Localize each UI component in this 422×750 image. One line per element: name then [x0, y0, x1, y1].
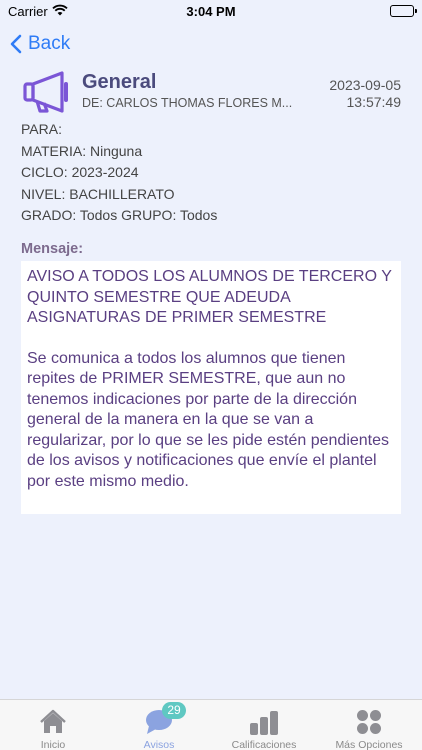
meta-grado: GRADO: Todos GRUPO: Todos — [21, 207, 218, 223]
tab-label: Inicio — [40, 739, 66, 750]
chat-bubble-icon: 29 — [144, 702, 186, 735]
tab-mas-opciones[interactable]: Más Opciones — [330, 700, 408, 750]
battery-icon — [390, 5, 417, 17]
message-label: Mensaje: — [21, 241, 84, 257]
tab-label: Calificaciones — [231, 739, 297, 750]
notification-badge: 29 — [162, 702, 186, 719]
chevron-left-icon — [10, 34, 22, 54]
message-box: AVISO A TODOS LOS ALUMNOS DE TERCERO Y Q… — [21, 261, 401, 514]
meta-ciclo: CICLO: 2023-2024 — [21, 164, 139, 180]
clock: 3:04 PM — [186, 4, 236, 19]
meta-nivel: NIVEL: BACHILLERATO — [21, 185, 175, 202]
meta-para: PARA: — [21, 121, 62, 137]
tab-label: Más Opciones — [335, 739, 403, 750]
tab-inicio[interactable]: Inicio — [22, 700, 84, 750]
grid-dots-icon — [356, 706, 382, 735]
message-body: Se comunica a todos los alumnos que tien… — [27, 349, 390, 490]
notice-sender: DE: CARLOS THOMAS FLORES M... — [82, 96, 293, 110]
bar-chart-icon — [248, 706, 280, 735]
status-bar: Carrier 3:04 PM — [0, 0, 422, 24]
message-heading: AVISO A TODOS LOS ALUMNOS DE TERCERO Y Q… — [27, 268, 392, 326]
tab-avisos[interactable]: 29 Avisos — [130, 700, 188, 750]
back-button[interactable]: Back — [10, 30, 70, 58]
tab-bar: Inicio 29 Avisos Calificaciones Más Opci… — [0, 699, 422, 750]
tab-label: Avisos — [143, 739, 175, 750]
notice-title: General — [82, 71, 157, 93]
megaphone-icon — [22, 70, 70, 114]
meta-materia: MATERIA: Ninguna — [21, 142, 143, 159]
notice-datetime: 2023-09-05 13:57:49 — [329, 77, 401, 111]
home-icon — [38, 706, 68, 735]
tab-calificaciones[interactable]: Calificaciones — [224, 700, 304, 750]
back-label: Back — [28, 33, 71, 54]
notice-date: 2023-09-05 — [329, 77, 401, 93]
notice-meta: PARA: MATERIA: Ninguna CICLO: 2023-2024 … — [21, 119, 217, 227]
notice-time: 13:57:49 — [346, 94, 402, 110]
